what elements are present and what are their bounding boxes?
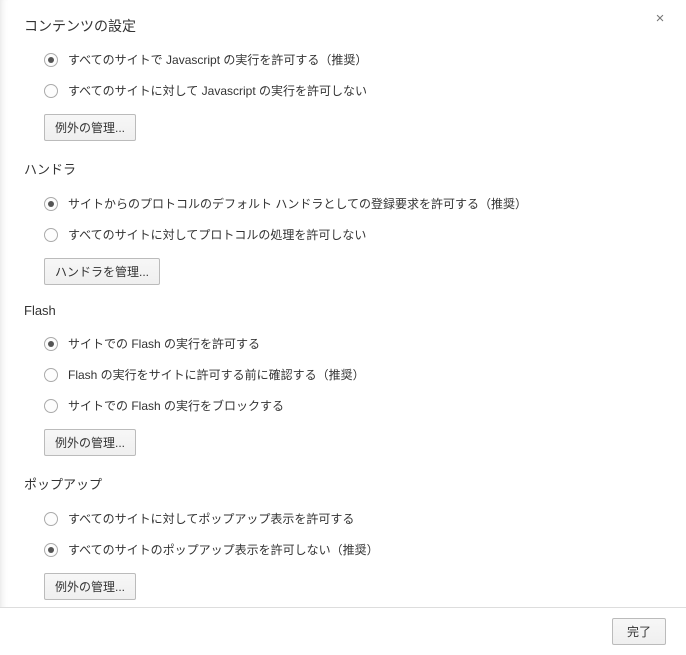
radio-flash-ask[interactable]: Flash の実行をサイトに許可する前に確認する（推奨） xyxy=(24,359,662,390)
section-flash: Flash サイトでの Flash の実行を許可する Flash の実行をサイト… xyxy=(24,303,662,460)
section-popups: ポップアップ すべてのサイトに対してポップアップ表示を許可する すべてのサイトの… xyxy=(24,474,662,607)
radio-icon xyxy=(44,368,58,382)
radio-label: サイトでの Flash の実行をブロックする xyxy=(68,397,284,414)
dialog-footer: 完了 xyxy=(0,607,686,655)
radio-icon xyxy=(44,228,58,242)
radio-js-block[interactable]: すべてのサイトに対して Javascript の実行を許可しない xyxy=(24,75,662,106)
radio-label: すべてのサイトに対して Javascript の実行を許可しない xyxy=(68,82,367,99)
radio-label: すべてのサイトで Javascript の実行を許可する（推奨） xyxy=(68,51,367,68)
section-title: ポップアップ xyxy=(24,474,662,493)
close-icon[interactable]: × xyxy=(652,11,668,27)
section-handlers: ハンドラ サイトからのプロトコルのデフォルト ハンドラとしての登録要求を許可する… xyxy=(24,159,662,289)
manage-exceptions-button[interactable]: 例外の管理... xyxy=(44,573,136,600)
radio-popups-block[interactable]: すべてのサイトのポップアップ表示を許可しない（推奨） xyxy=(24,534,662,565)
radio-flash-allow[interactable]: サイトでの Flash の実行を許可する xyxy=(24,328,662,359)
content-settings-dialog: コンテンツの設定 × すべてのサイトで Javascript の実行を許可する（… xyxy=(0,0,686,655)
radio-popups-allow[interactable]: すべてのサイトに対してポップアップ表示を許可する xyxy=(24,503,662,534)
manage-exceptions-button[interactable]: 例外の管理... xyxy=(44,429,136,456)
radio-icon xyxy=(44,197,58,211)
radio-icon xyxy=(44,512,58,526)
dialog-title: コンテンツの設定 xyxy=(24,16,666,36)
section-title: ハンドラ xyxy=(24,159,662,178)
radio-label: すべてのサイトに対してポップアップ表示を許可する xyxy=(68,510,354,527)
radio-icon xyxy=(44,337,58,351)
done-button[interactable]: 完了 xyxy=(612,618,666,645)
radio-label: サイトからのプロトコルのデフォルト ハンドラとしての登録要求を許可する（推奨） xyxy=(68,195,527,212)
radio-flash-block[interactable]: サイトでの Flash の実行をブロックする xyxy=(24,390,662,421)
section-javascript: すべてのサイトで Javascript の実行を許可する（推奨） すべてのサイト… xyxy=(24,44,662,145)
dialog-header: コンテンツの設定 × xyxy=(0,0,686,44)
radio-icon xyxy=(44,53,58,67)
radio-js-allow[interactable]: すべてのサイトで Javascript の実行を許可する（推奨） xyxy=(24,44,662,75)
manage-exceptions-button[interactable]: 例外の管理... xyxy=(44,114,136,141)
radio-label: Flash の実行をサイトに許可する前に確認する（推奨） xyxy=(68,366,365,383)
manage-handlers-button[interactable]: ハンドラを管理... xyxy=(44,258,160,285)
radio-label: サイトでの Flash の実行を許可する xyxy=(68,335,260,352)
radio-icon xyxy=(44,399,58,413)
radio-handlers-allow[interactable]: サイトからのプロトコルのデフォルト ハンドラとしての登録要求を許可する（推奨） xyxy=(24,188,662,219)
radio-label: すべてのサイトのポップアップ表示を許可しない（推奨） xyxy=(68,541,379,558)
radio-label: すべてのサイトに対してプロトコルの処理を許可しない xyxy=(68,226,366,243)
radio-handlers-block[interactable]: すべてのサイトに対してプロトコルの処理を許可しない xyxy=(24,219,662,250)
content-scroll-area[interactable]: すべてのサイトで Javascript の実行を許可する（推奨） すべてのサイト… xyxy=(0,40,686,607)
radio-icon xyxy=(44,84,58,98)
radio-icon xyxy=(44,543,58,557)
section-title: Flash xyxy=(24,303,662,318)
